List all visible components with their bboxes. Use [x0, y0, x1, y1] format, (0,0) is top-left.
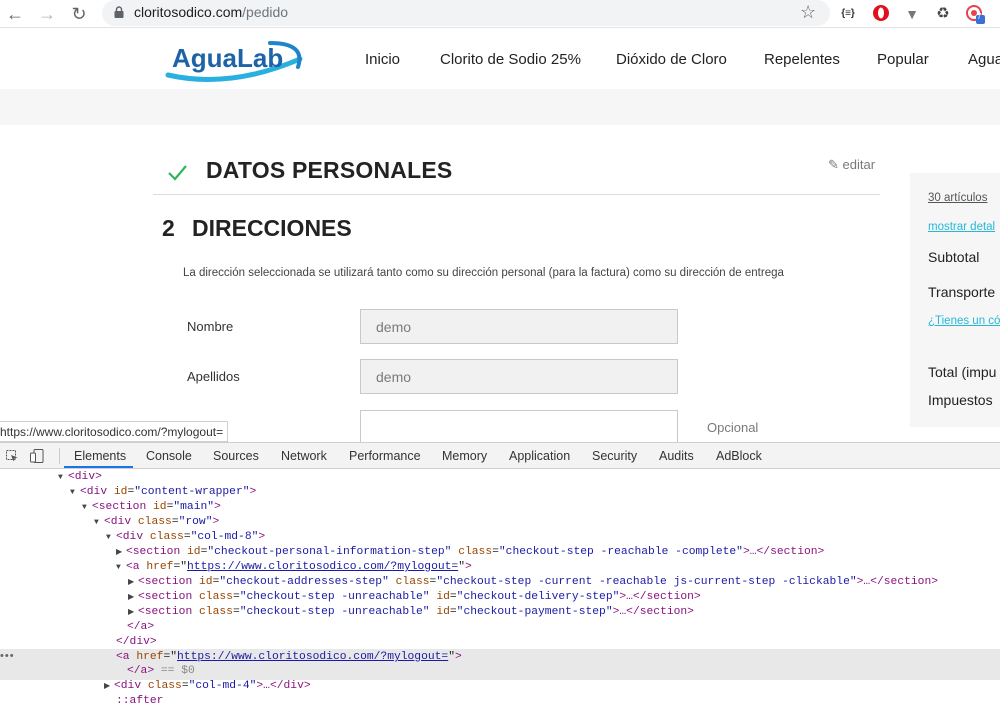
menu-agua[interactable]: Agua: [968, 51, 1000, 68]
svg-text:AguaLab: AguaLab: [172, 43, 283, 73]
dom-node[interactable]: ::after: [116, 694, 163, 709]
pencil-icon: ✎: [828, 157, 843, 172]
device-toolbar-icon[interactable]: [30, 449, 44, 463]
dom-node[interactable]: ▶ <section id="checkout-personal-informat…: [116, 545, 824, 560]
dom-node[interactable]: </div>: [116, 635, 157, 650]
back-icon[interactable]: ←: [4, 3, 26, 25]
node-dots: •••: [0, 650, 15, 662]
browser-toolbar: ← → ↻ cloritosodico.com/pedido ☆ {≡} ▼ ♻…: [0, 0, 1000, 28]
menu-repelentes[interactable]: Repelentes: [764, 51, 840, 68]
transport-label: Transporte: [928, 284, 996, 300]
tab-sources[interactable]: Sources: [213, 449, 259, 463]
toolbar-separator: [59, 448, 60, 464]
tab-network[interactable]: Network: [281, 449, 327, 463]
dom-node[interactable]: ▼ <a href="https://www.cloritosodico.com/…: [116, 560, 472, 575]
menu-clorito-sodio[interactable]: Clorito de Sodio 25%: [440, 51, 581, 68]
address-info-text: La dirección seleccionada se utilizará t…: [183, 267, 784, 279]
coupon-link[interactable]: ¿Tienes un có: [928, 315, 1000, 327]
url-text: cloritosodico.com/pedido: [134, 4, 289, 20]
tab-adblock[interactable]: AdBlock: [716, 449, 762, 463]
tab-performance[interactable]: Performance: [349, 449, 421, 463]
tab-memory[interactable]: Memory: [442, 449, 487, 463]
dom-node-selected[interactable]: <a href="https://www.cloritosodico.com/?…: [116, 650, 462, 665]
step-addresses-title: DIRECCIONES: [192, 215, 352, 241]
taxes-label: Impuestos: [928, 392, 993, 408]
address-bar[interactable]: cloritosodico.com/pedido: [102, 0, 830, 26]
agualab-logo[interactable]: AguaLab: [160, 37, 305, 83]
dom-node[interactable]: </a>: [127, 620, 154, 635]
dom-node[interactable]: ▶ <section class="checkout-step -unreacha…: [128, 605, 694, 620]
forward-icon[interactable]: →: [36, 3, 58, 25]
breadcrumb-band: [0, 89, 1000, 125]
status-bar-url: https://www.cloritosodico.com/?mylogout=: [0, 421, 229, 442]
total-label: Total (impu: [928, 364, 997, 380]
optional-label: Opcional: [707, 420, 759, 435]
tab-audits[interactable]: Audits: [659, 449, 694, 463]
json-extension-icon[interactable]: {≡}: [838, 4, 858, 24]
show-details-link[interactable]: mostrar detal: [928, 221, 995, 233]
edit-link[interactable]: ✎ editar: [828, 157, 875, 173]
tab-elements[interactable]: Elements: [74, 449, 126, 463]
devtools-toolbar: Elements Console Sources Network Perform…: [0, 443, 1000, 469]
reload-icon[interactable]: ↻: [68, 3, 90, 25]
opera-extension-icon[interactable]: [871, 4, 891, 24]
recycle-extension-icon[interactable]: ♻: [933, 4, 953, 24]
cart-summary: 30 artículos mostrar detal Subtotal Tran…: [910, 173, 1000, 427]
cart-articles-link[interactable]: 30 artículos: [928, 192, 987, 204]
step-number: 2: [162, 215, 175, 241]
dom-node[interactable]: ▶ <div class="col-md-4">…</div>: [104, 679, 311, 694]
third-address-input[interactable]: [360, 410, 678, 445]
apellidos-input[interactable]: [360, 359, 678, 394]
dom-node[interactable]: ▼ <div class="col-md-8">: [106, 530, 265, 545]
dom-node[interactable]: ▼ <section id="main">: [82, 500, 221, 515]
subtotal-label: Subtotal: [928, 249, 980, 265]
dom-node[interactable]: ▶ <section id="checkout-addresses-step" c…: [128, 575, 938, 590]
check-icon: [168, 165, 187, 181]
bookmark-star-icon[interactable]: ☆: [800, 2, 816, 23]
tab-security[interactable]: Security: [592, 449, 637, 463]
label-apellidos: Apellidos: [187, 369, 240, 384]
devtools-panel: Elements Console Sources Network Perform…: [0, 442, 1000, 710]
site-header: AguaLab Inicio Clorito de Sodio 25% Dióx…: [0, 29, 1000, 89]
step-personal-title[interactable]: DATOS PERSONALES: [206, 157, 452, 184]
menu-inicio[interactable]: Inicio: [365, 51, 400, 68]
edit-label: editar: [842, 157, 876, 172]
lock-icon: [114, 6, 124, 18]
tab-application[interactable]: Application: [509, 449, 570, 463]
dom-node[interactable]: ▼ <div class="row">: [94, 515, 219, 530]
inspect-element-icon[interactable]: [6, 450, 18, 462]
dom-node[interactable]: ▶ <section class="checkout-step -unreacha…: [128, 590, 701, 605]
active-tab-indicator: [64, 466, 133, 468]
menu-popular[interactable]: Popular: [877, 51, 929, 68]
label-nombre: Nombre: [187, 319, 234, 334]
dom-node[interactable]: ▼ <div id="content-wrapper">: [70, 485, 256, 500]
nombre-input[interactable]: [360, 309, 678, 344]
extension-badge-count: 7: [977, 12, 982, 21]
vue-extension-icon[interactable]: ▼: [902, 4, 922, 24]
badge-extension-icon[interactable]: 7: [965, 4, 985, 24]
dom-node[interactable]: </a> == $0: [127, 664, 195, 679]
dom-node[interactable]: ▼ <div>: [58, 470, 102, 485]
menu-dioxido-cloro[interactable]: Dióxido de Cloro: [616, 51, 727, 68]
tab-console[interactable]: Console: [146, 449, 192, 463]
step-divider: [153, 194, 880, 195]
